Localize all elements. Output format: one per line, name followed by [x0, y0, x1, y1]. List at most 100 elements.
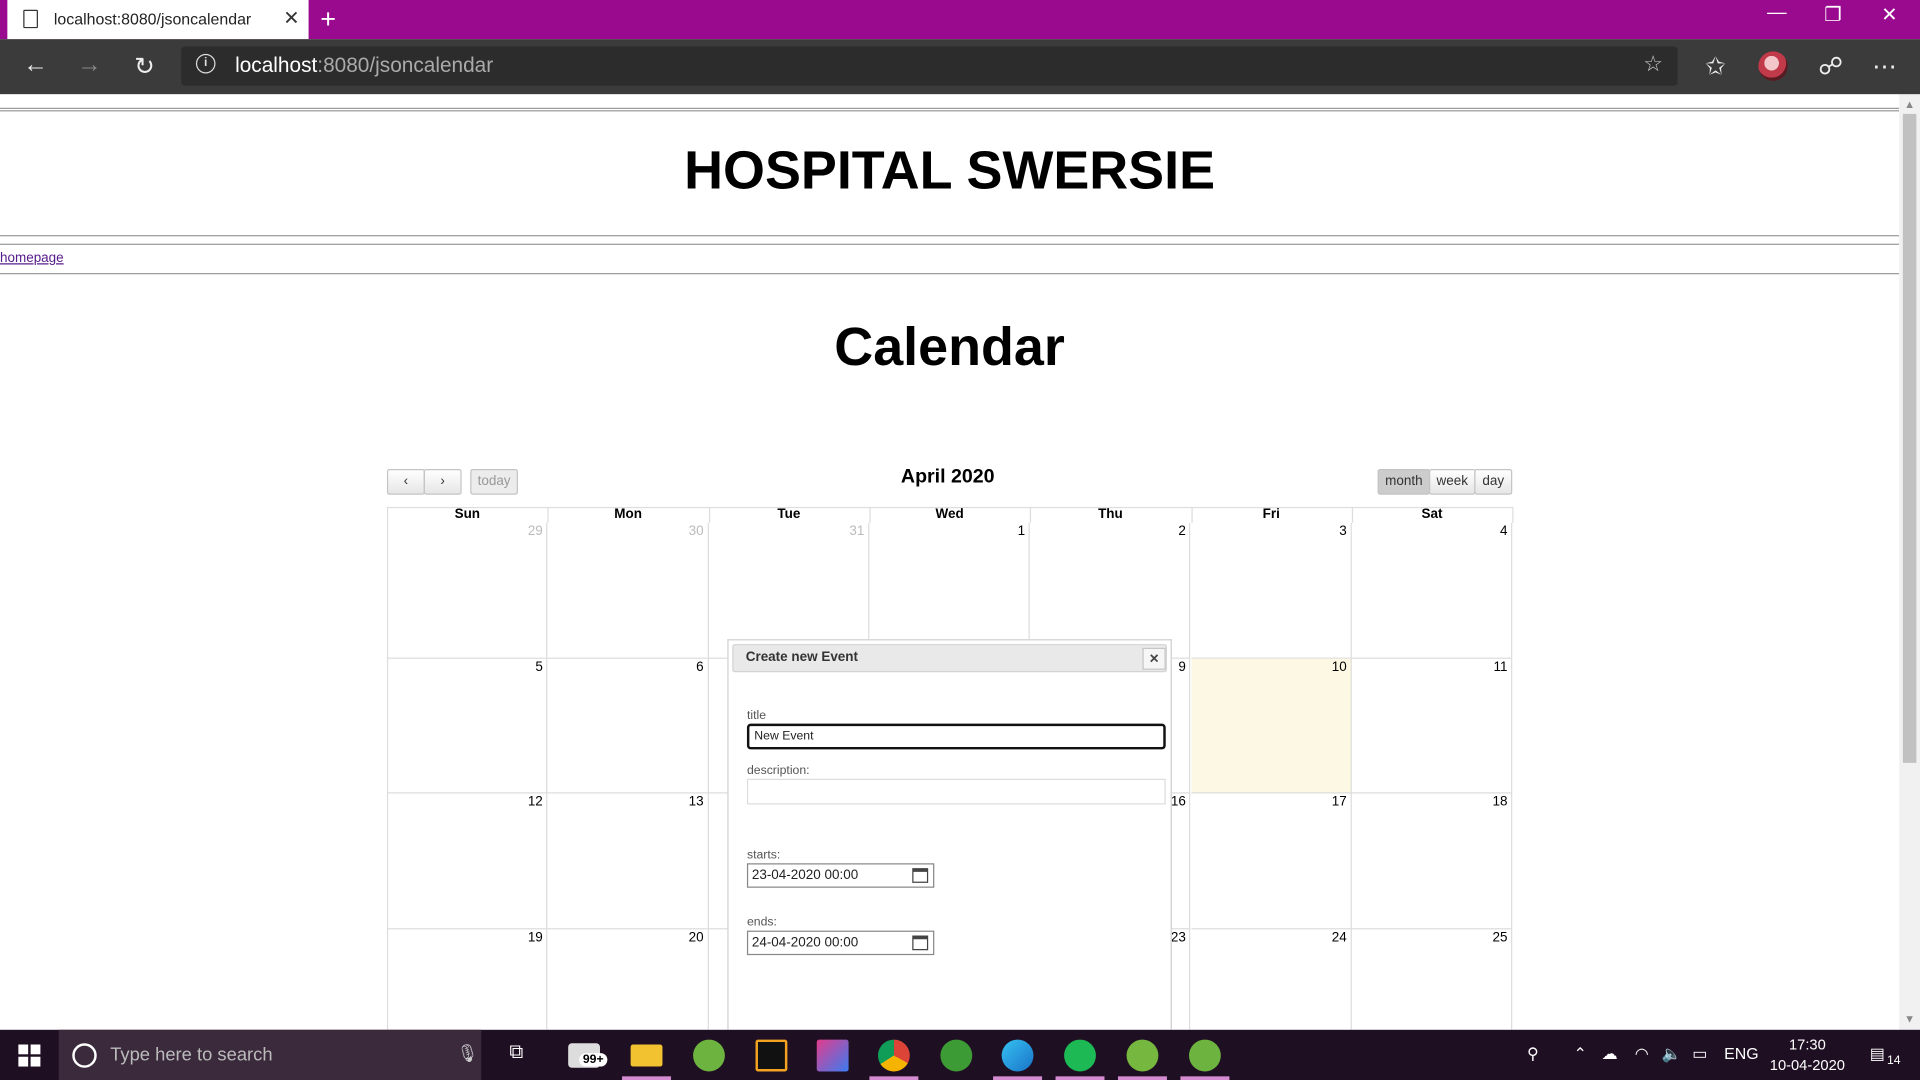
mail-badge: 99+ — [579, 1053, 608, 1067]
tab-close-icon[interactable]: ✕ — [279, 6, 303, 30]
url-text[interactable]: localhost:8080/jsoncalendar — [235, 54, 493, 78]
calendar-icon[interactable] — [912, 868, 929, 883]
day-cell[interactable]: 30 — [547, 522, 709, 659]
header-separator — [869, 506, 871, 523]
today-button[interactable]: today — [470, 468, 518, 495]
edge-icon[interactable] — [1001, 1039, 1034, 1072]
back-icon[interactable]: ← — [20, 51, 52, 79]
divider — [0, 107, 1900, 109]
feedback-icon[interactable]: ☍ — [1815, 51, 1847, 82]
day-cell[interactable]: 31 — [708, 522, 870, 659]
day-cell[interactable]: 10 — [1190, 658, 1352, 794]
title-label: title — [746, 708, 767, 723]
day-cell[interactable]: 19 — [386, 928, 548, 1030]
favorites-icon[interactable]: ✩ — [1700, 51, 1732, 82]
minimize-icon[interactable]: — — [1758, 2, 1795, 24]
notifications-icon[interactable]: ▤ — [1870, 1044, 1885, 1064]
people-icon[interactable]: ⚲ — [1527, 1044, 1539, 1064]
site-info-icon[interactable]: i — [195, 53, 216, 74]
page-content: HOSPITAL SWERSIE homepage Calendar ‹ › t… — [0, 94, 1900, 1030]
microphone-icon[interactable]: 🎙 — [457, 1043, 479, 1064]
browser-tab[interactable]: localhost:8080/jsoncalendar ✕ — [7, 0, 309, 40]
day-cell[interactable]: 29 — [386, 522, 548, 659]
language-indicator[interactable]: ENG — [1724, 1044, 1758, 1062]
address-bar[interactable]: i localhost:8080/jsoncalendar ☆ — [181, 46, 1678, 86]
day-cell[interactable]: 24 — [1191, 928, 1352, 1030]
task-view-icon[interactable]: ⧉ — [509, 1042, 523, 1064]
dialog-header[interactable]: Create new Event × — [732, 644, 1167, 673]
day-number: 17 — [1331, 794, 1347, 810]
active-indicator — [622, 1076, 672, 1080]
wifi-icon[interactable]: ◠ — [1635, 1044, 1649, 1064]
day-cell[interactable]: 5 — [386, 658, 548, 794]
battery-icon[interactable]: ▭ — [1692, 1044, 1707, 1064]
spring-tool-icon[interactable] — [693, 1039, 725, 1072]
header-separator — [708, 506, 710, 523]
refresh-icon[interactable]: ↻ — [129, 51, 161, 82]
day-number: 3 — [1339, 524, 1347, 539]
favorite-star-icon[interactable]: ☆ — [1643, 51, 1663, 77]
prev-month-button[interactable]: ‹ — [386, 468, 425, 495]
scroll-up-icon[interactable]: ▲ — [1904, 98, 1915, 110]
day-cell[interactable]: 12 — [386, 793, 548, 929]
day-cell[interactable]: 6 — [547, 658, 709, 794]
tab-title: localhost:8080/jsoncalendar — [53, 9, 252, 29]
onedrive-icon[interactable]: ☁ — [1602, 1044, 1618, 1064]
day-cell[interactable]: 13 — [547, 793, 709, 929]
next-month-button[interactable]: › — [423, 468, 462, 495]
file-explorer-icon[interactable] — [630, 1044, 663, 1067]
windows-start-icon[interactable] — [18, 1044, 41, 1067]
weekday-header: Fri — [1262, 506, 1280, 522]
spring-tool-2-icon[interactable] — [940, 1039, 973, 1072]
spring-tool-3-icon[interactable] — [1188, 1039, 1221, 1072]
active-indicator — [1180, 1076, 1230, 1080]
restore-icon[interactable]: ❐ — [1815, 2, 1852, 26]
volume-icon[interactable]: 🔈 — [1662, 1044, 1682, 1064]
day-number: 16 — [1170, 794, 1186, 810]
chrome-icon[interactable] — [877, 1039, 910, 1072]
dialog-close-icon[interactable]: × — [1142, 647, 1166, 670]
scroll-down-icon[interactable]: ▼ — [1904, 1013, 1915, 1025]
event-title-input[interactable]: New Event — [746, 723, 1166, 750]
homepage-link[interactable]: homepage — [0, 251, 64, 266]
day-cell[interactable]: 1 — [869, 522, 1031, 659]
view-day-button[interactable]: day — [1474, 468, 1513, 495]
header-separator — [547, 506, 549, 523]
day-cell[interactable]: 25 — [1352, 928, 1513, 1030]
event-description-input[interactable] — [746, 778, 1166, 805]
spotify-icon[interactable] — [1064, 1039, 1096, 1072]
taskbar-search[interactable]: Type here to search 🎙 — [58, 1029, 482, 1080]
intellij-ultimate-icon[interactable] — [816, 1039, 849, 1072]
new-tab-icon[interactable]: + — [316, 4, 340, 36]
starts-datetime-input[interactable]: 23-04-2020 00:00 — [746, 863, 935, 888]
day-number: 1 — [1017, 524, 1026, 539]
day-cell[interactable]: 3 — [1190, 522, 1352, 659]
intellij-icon[interactable] — [755, 1039, 788, 1072]
ends-datetime-input[interactable]: 24-04-2020 00:00 — [746, 930, 935, 956]
calendar-icon[interactable] — [912, 935, 929, 951]
taskbar-clock[interactable]: 17:30 10-04-2020 — [1763, 1035, 1851, 1077]
window-close-icon[interactable]: ✕ — [1871, 2, 1908, 26]
cortana-icon[interactable] — [72, 1043, 97, 1068]
page-heading: Calendar — [834, 317, 1065, 378]
page-scrollbar[interactable]: ▲ ▼ — [1899, 94, 1920, 1030]
day-number: 12 — [527, 794, 543, 810]
more-menu-icon[interactable]: ⋯ — [1869, 51, 1901, 82]
header-separator — [1512, 506, 1514, 523]
day-cell[interactable]: 18 — [1351, 793, 1513, 929]
day-cell[interactable]: 20 — [548, 928, 709, 1030]
view-month-button[interactable]: month — [1377, 468, 1431, 495]
forward-icon[interactable]: → — [73, 51, 105, 79]
day-cell[interactable]: 11 — [1351, 658, 1513, 794]
profile-avatar[interactable] — [1758, 51, 1788, 81]
day-number: 2 — [1178, 524, 1186, 539]
view-week-button[interactable]: week — [1428, 468, 1476, 495]
scrollbar-thumb[interactable] — [1902, 113, 1917, 763]
day-cell[interactable]: 4 — [1351, 522, 1513, 659]
weekday-header: Mon — [614, 506, 642, 522]
show-hidden-icons[interactable]: ⌃ — [1573, 1044, 1586, 1064]
day-cell[interactable]: 17 — [1190, 793, 1352, 929]
utorrent-icon[interactable] — [1126, 1039, 1159, 1072]
day-cell[interactable]: 2 — [1030, 522, 1191, 659]
divider — [0, 273, 1900, 275]
